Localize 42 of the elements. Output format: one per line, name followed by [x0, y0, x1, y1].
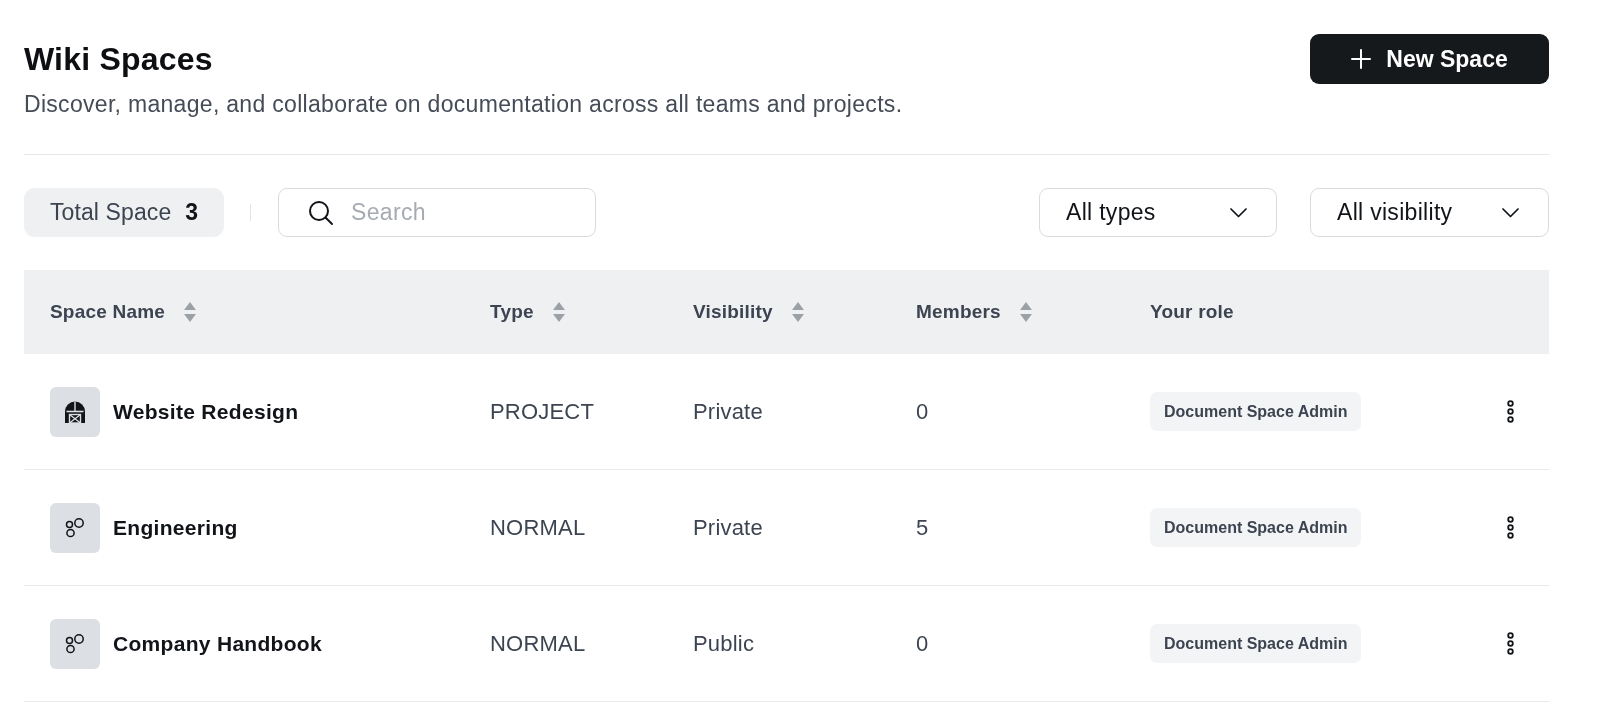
space-name: Company Handbook: [113, 631, 322, 656]
role-badge: Document Space Admin: [1150, 392, 1362, 431]
space-name: Engineering: [113, 515, 238, 540]
sort-icon[interactable]: [790, 301, 805, 323]
member-count: 0: [916, 630, 929, 656]
sort-icon[interactable]: [183, 301, 197, 323]
role-badge: Document Space Admin: [1150, 624, 1362, 663]
sort-icon[interactable]: [551, 301, 566, 323]
chevron-down-icon: [1230, 207, 1247, 218]
circles-icon: [50, 618, 100, 669]
plus-icon: [1351, 49, 1372, 69]
filter-dropdown[interactable]: All types: [1039, 188, 1277, 237]
page-subtitle: Discover, manage, and collaborate on documentation across all teams and projects.: [24, 90, 903, 119]
more-icon[interactable]: [1506, 632, 1514, 655]
space-visibility: Private: [693, 398, 763, 424]
member-count: 5: [916, 514, 929, 540]
column-header: Type: [490, 301, 534, 323]
total-label: Total Space: [50, 199, 172, 226]
space-visibility: Private: [693, 514, 763, 540]
space-type: NORMAL: [490, 514, 586, 540]
barn-icon: [50, 386, 100, 437]
search-field[interactable]: Search: [278, 188, 597, 237]
search-icon: [308, 199, 335, 226]
total-count: 3: [185, 199, 199, 226]
page-title: Wiki Spaces: [24, 41, 214, 77]
filter-dropdown[interactable]: All visibility: [1310, 188, 1549, 237]
space-visibility: Public: [693, 630, 755, 656]
column-header: Your role: [1150, 301, 1234, 323]
more-icon[interactable]: [1506, 516, 1514, 539]
sort-icon[interactable]: [1018, 301, 1033, 323]
role-badge: Document Space Admin: [1150, 508, 1362, 547]
chevron-down-icon: [1502, 207, 1519, 218]
column-header: Visibility: [693, 301, 773, 323]
column-header: Space Name: [50, 301, 165, 323]
space-type: PROJECT: [490, 398, 595, 424]
new-space-button[interactable]: New Space: [1310, 34, 1549, 84]
circles-icon: [50, 502, 100, 553]
space-type: NORMAL: [490, 630, 586, 656]
member-count: 0: [916, 398, 929, 424]
more-icon[interactable]: [1506, 400, 1514, 423]
column-header: Members: [916, 301, 1001, 323]
space-name: Website Redesign: [113, 399, 299, 424]
